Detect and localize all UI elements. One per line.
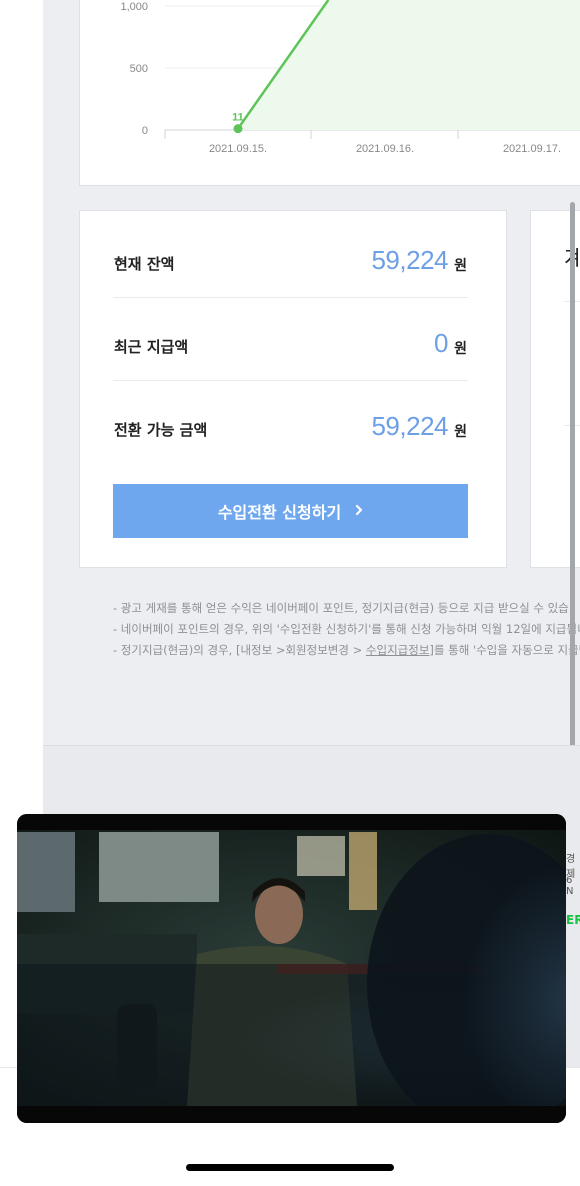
- recent-payment-unit: 원: [454, 341, 467, 357]
- y-tick-label: 500: [130, 63, 148, 75]
- convertible-amount-value: 59,224: [371, 411, 448, 441]
- x-tick-label: 2021.09.17.: [503, 143, 561, 155]
- footer-text: 6 N: [566, 875, 574, 897]
- revenue-chart: 1,000 500 0 2021.09.15. 2021.09.16. 2021.09.1…: [120, 0, 580, 155]
- series-area: [238, 0, 580, 130]
- notice-item: - 네이버페이 포인트의 경우, 위의 '수입전환 신청하기'를 통해 신청 가…: [113, 622, 580, 636]
- vertical-scrollbar[interactable]: [570, 202, 575, 757]
- chevron-right-icon: [355, 502, 363, 520]
- convert-revenue-button[interactable]: 수입전환 신청하기: [113, 484, 468, 538]
- footer-logo-text: ER: [566, 913, 580, 927]
- video-frame: [17, 814, 566, 1123]
- current-balance-row: 현재 잔액 59,224 원: [113, 215, 468, 298]
- current-balance-unit: 원: [454, 258, 467, 274]
- convertible-amount-label: 전환 가능 금액: [114, 421, 208, 439]
- convertible-amount-row: 전환 가능 금액 59,224 원: [113, 381, 468, 464]
- recent-payment-label: 최근 지급액: [114, 338, 189, 356]
- recent-payment-row: 최근 지급액 0 원: [113, 298, 468, 381]
- recent-payment-amount: 0: [434, 328, 448, 358]
- x-tick-label: 2021.09.16.: [356, 143, 414, 155]
- convert-revenue-button-label: 수입전환 신청하기: [217, 503, 342, 522]
- data-label: 11: [232, 112, 244, 124]
- payment-info-link[interactable]: 수입지급정보: [366, 643, 429, 657]
- revenue-chart-card: 1,000 500 0 2021.09.15. 2021.09.16. 2021.09.1…: [79, 0, 580, 186]
- home-indicator: [186, 1164, 394, 1171]
- notice-text: ]를 통해 '수입을 자동으로 지급받: [429, 643, 580, 657]
- data-point: [233, 124, 243, 134]
- y-tick-label: 0: [142, 125, 148, 137]
- notice-item: - 정기지급(현금)의 경우, [내정보 >회원정보변경 > 수입지급정보]를 …: [113, 640, 580, 661]
- current-balance-label: 현재 잔액: [114, 255, 175, 273]
- x-tick-label: 2021.09.15.: [209, 143, 267, 155]
- balance-card: 현재 잔액 59,224 원 최근 지급액 0 원 전환 가능 금액 59,22…: [79, 210, 507, 568]
- convertible-amount-unit: 원: [454, 424, 467, 440]
- notice-item: - 광고 게재를 통해 얻은 수익은 네이버페이 포인트, 정기지급(현금) 등…: [113, 601, 569, 615]
- current-balance-amount: 59,224: [371, 245, 448, 275]
- notice-text: - 정기지급(현금)의 경우, [내정보 >회원정보변경 >: [113, 643, 366, 657]
- y-tick-label: 1,000: [120, 1, 148, 13]
- video-pip-player[interactable]: [17, 814, 566, 1123]
- notice-list: - 광고 게재를 통해 얻은 수익은 네이버페이 포인트, 정기지급(현금) 등…: [113, 598, 580, 661]
